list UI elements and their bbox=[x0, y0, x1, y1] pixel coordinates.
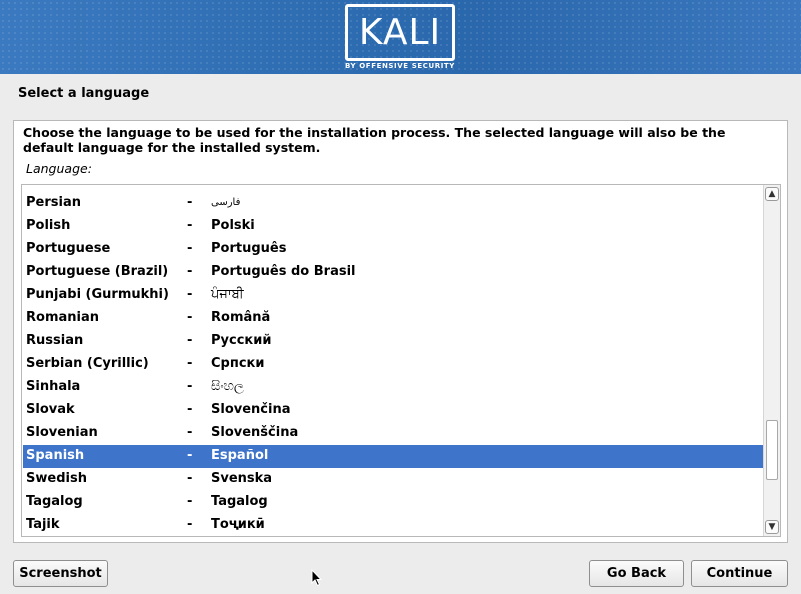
language-native-name: Română bbox=[211, 310, 271, 325]
language-option[interactable]: Slovenian - Slovenščina bbox=[23, 422, 763, 445]
language-option[interactable]: Persian - فارسی bbox=[23, 192, 763, 215]
language-separator: - bbox=[187, 494, 193, 509]
language-native-name: Slovenščina bbox=[211, 425, 299, 440]
screenshot-button[interactable]: Screenshot bbox=[13, 560, 108, 587]
language-option[interactable]: Sinhala - සිංහල bbox=[23, 376, 763, 399]
scroll-down-icon[interactable]: ▼ bbox=[765, 520, 779, 534]
language-native-name: Тоҷикӣ bbox=[211, 517, 265, 532]
language-native-name: Tagalog bbox=[211, 494, 268, 509]
language-name: Tagalog bbox=[26, 494, 83, 509]
instructions-text: Choose the language to be used for the i… bbox=[23, 125, 726, 155]
language-native-name: Svenska bbox=[211, 471, 273, 486]
language-name: Romanian bbox=[26, 310, 99, 325]
language-option[interactable]: Russian - Русский bbox=[23, 330, 763, 353]
language-name: Polish bbox=[26, 218, 71, 233]
language-name: Portuguese bbox=[26, 241, 111, 256]
kali-logo: KALI bbox=[345, 4, 455, 61]
language-panel: Choose the language to be used for the i… bbox=[13, 120, 788, 543]
language-name: Sinhala bbox=[26, 379, 81, 394]
language-separator: - bbox=[187, 195, 193, 210]
mouse-pointer-icon bbox=[311, 569, 323, 587]
language-native-name: Русский bbox=[211, 333, 272, 348]
list-scrollbar[interactable]: ▲ ▼ bbox=[763, 185, 780, 536]
language-name: Russian bbox=[26, 333, 84, 348]
language-separator: - bbox=[187, 333, 193, 348]
language-native-name: فارسی bbox=[211, 197, 241, 208]
language-name: Punjabi (Gurmukhi) bbox=[26, 287, 169, 302]
language-name: Slovenian bbox=[26, 425, 98, 440]
language-native-name: Српски bbox=[211, 356, 265, 371]
language-option[interactable]: Spanish - Español bbox=[23, 445, 763, 468]
language-separator: - bbox=[187, 356, 193, 371]
language-separator: - bbox=[187, 264, 193, 279]
continue-button[interactable]: Continue bbox=[691, 560, 788, 587]
go-back-button[interactable]: Go Back bbox=[589, 560, 684, 587]
language-name: Slovak bbox=[26, 402, 75, 417]
language-separator: - bbox=[187, 448, 193, 463]
language-option[interactable]: Polish - Polski bbox=[23, 215, 763, 238]
language-option[interactable]: Romanian - Română bbox=[23, 307, 763, 330]
language-option[interactable]: Portuguese (Brazil) - Português do Brasil bbox=[23, 261, 763, 284]
language-native-name: Español bbox=[211, 448, 269, 463]
language-native-name: Português bbox=[211, 241, 287, 256]
language-native-name: සිංහල bbox=[211, 379, 244, 394]
language-field-label: Language: bbox=[26, 161, 92, 176]
language-list: Persian - فارسی Polish - Polski Portuguese - Por… bbox=[23, 192, 763, 537]
scrollbar-thumb[interactable] bbox=[766, 420, 778, 480]
language-native-name: Português do Brasil bbox=[211, 264, 356, 279]
language-separator: - bbox=[187, 379, 193, 394]
language-option[interactable]: Punjabi (Gurmukhi) - ਪੰਜਾਬੀ bbox=[23, 284, 763, 307]
language-option[interactable]: Tajik - Тоҷикӣ bbox=[23, 514, 763, 537]
language-separator: - bbox=[187, 287, 193, 302]
language-name: Serbian (Cyrillic) bbox=[26, 356, 149, 371]
language-name: Portuguese (Brazil) bbox=[26, 264, 169, 279]
language-name: Persian bbox=[26, 195, 81, 210]
language-option[interactable]: Tagalog - Tagalog bbox=[23, 491, 763, 514]
language-separator: - bbox=[187, 402, 193, 417]
language-name: Swedish bbox=[26, 471, 87, 486]
language-option[interactable]: Serbian (Cyrillic) - Српски bbox=[23, 353, 763, 376]
language-separator: - bbox=[187, 517, 193, 532]
language-separator: - bbox=[187, 471, 193, 486]
language-option[interactable]: Swedish - Svenska bbox=[23, 468, 763, 491]
language-separator: - bbox=[187, 218, 193, 233]
header-banner: KALI BY OFFENSIVE SECURITY bbox=[0, 0, 801, 74]
scroll-up-icon[interactable]: ▲ bbox=[765, 187, 779, 201]
language-separator: - bbox=[187, 310, 193, 325]
logo-subtitle: BY OFFENSIVE SECURITY bbox=[345, 62, 455, 70]
language-name: Tajik bbox=[26, 517, 60, 532]
language-separator: - bbox=[187, 241, 193, 256]
language-separator: - bbox=[187, 425, 193, 440]
language-native-name: ਪੰਜਾਬੀ bbox=[211, 287, 244, 302]
language-name: Spanish bbox=[26, 448, 85, 463]
logo-text: KALI bbox=[358, 12, 442, 53]
language-option[interactable]: Slovak - Slovenčina bbox=[23, 399, 763, 422]
language-listbox[interactable]: Persian - فارسی Polish - Polski Portuguese - Por… bbox=[21, 184, 781, 537]
language-option[interactable]: Portuguese - Português bbox=[23, 238, 763, 261]
language-native-name: Polski bbox=[211, 218, 255, 233]
page-title: Select a language bbox=[18, 86, 150, 101]
language-native-name: Slovenčina bbox=[211, 402, 291, 417]
